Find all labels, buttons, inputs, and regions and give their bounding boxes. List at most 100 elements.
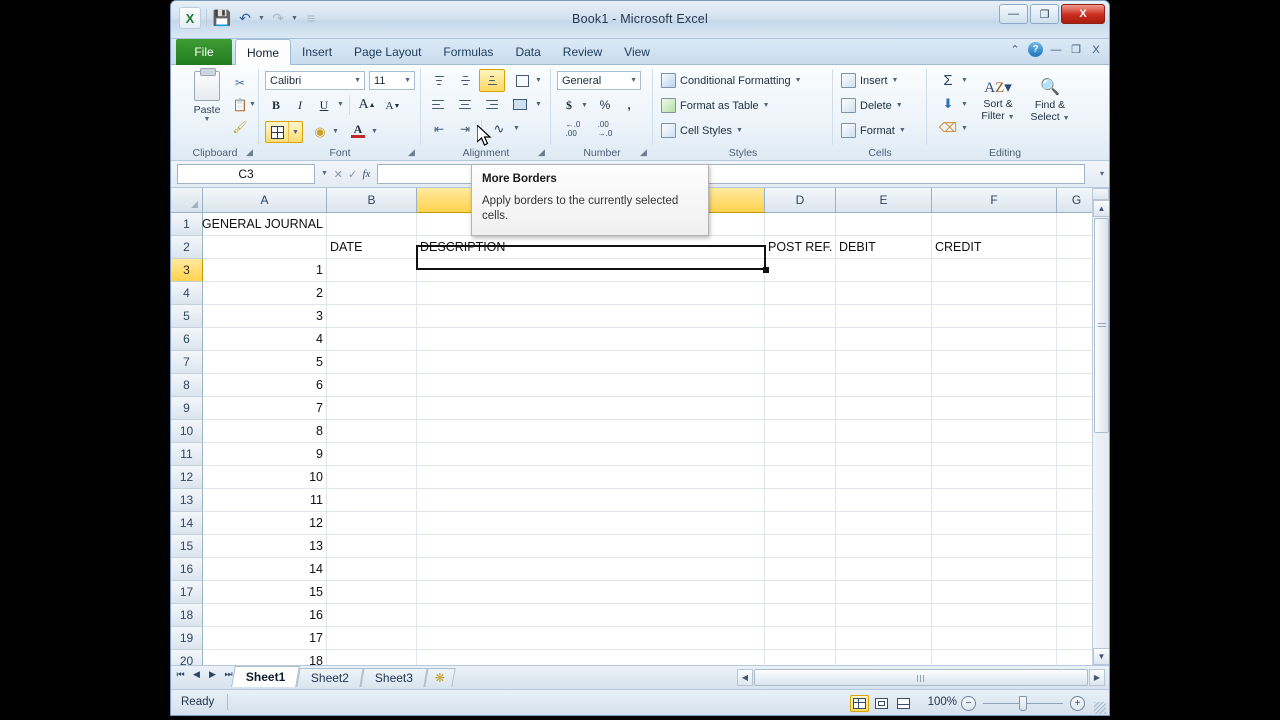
insert-cells-button[interactable]: Insert ▼	[841, 73, 898, 88]
underline-button[interactable]: U	[313, 95, 335, 115]
cell-G20[interactable]	[1057, 650, 1097, 665]
close-button[interactable]: X	[1061, 4, 1105, 24]
cell-F1[interactable]	[932, 213, 1057, 236]
currency-format-button[interactable]: $	[559, 95, 579, 115]
cell-G6[interactable]	[1057, 328, 1097, 351]
cell-G9[interactable]	[1057, 397, 1097, 420]
cell-B2[interactable]: DATE	[327, 236, 417, 259]
cell-E3[interactable]	[836, 259, 932, 282]
font-dialog-launcher[interactable]: ◢	[408, 147, 419, 158]
copy-icon[interactable]: 📋	[229, 95, 251, 114]
cell-D16[interactable]	[765, 558, 836, 581]
format-painter-icon[interactable]: 🖌	[229, 117, 251, 136]
chevron-down-icon[interactable]: ▼	[354, 77, 361, 84]
row-header-19[interactable]: 19	[171, 627, 203, 650]
name-box[interactable]: C3	[177, 164, 315, 184]
cell-B6[interactable]	[327, 328, 417, 351]
cell-D5[interactable]	[765, 305, 836, 328]
orientation-dropdown-icon[interactable]: ▼	[535, 77, 542, 84]
cell-A13[interactable]: 11	[203, 489, 327, 512]
sort-and-filter-button[interactable]: AZ▾ Sort & Filter ▼	[975, 69, 1021, 135]
row-header-4[interactable]: 4	[171, 282, 203, 305]
cell-G5[interactable]	[1057, 305, 1097, 328]
cell-F3[interactable]	[932, 259, 1057, 282]
cell-A11[interactable]: 9	[203, 443, 327, 466]
font-color-button[interactable]: A	[347, 118, 369, 142]
cell-D3[interactable]	[765, 259, 836, 282]
cell-C10[interactable]	[417, 420, 765, 443]
row-header-14[interactable]: 14	[171, 512, 203, 535]
column-header-a[interactable]: A	[203, 188, 327, 213]
clear-icon[interactable]: ⌫	[937, 118, 959, 138]
cell-B15[interactable]	[327, 535, 417, 558]
row-header-10[interactable]: 10	[171, 420, 203, 443]
alignment-dialog-launcher[interactable]: ◢	[538, 147, 549, 158]
first-sheet-button[interactable]: ⏮	[174, 669, 187, 680]
cell-C15[interactable]	[417, 535, 765, 558]
vertical-scrollbar[interactable]: ▲ ▼	[1092, 188, 1109, 665]
cell-D17[interactable]	[765, 581, 836, 604]
cell-B7[interactable]	[327, 351, 417, 374]
cell-C12[interactable]	[417, 466, 765, 489]
minimize-ribbon-icon[interactable]: ⌃	[1008, 43, 1022, 56]
align-center-button[interactable]	[453, 94, 477, 115]
cell-B18[interactable]	[327, 604, 417, 627]
orientation-button[interactable]	[509, 70, 535, 91]
font-color-dropdown-icon[interactable]: ▼	[371, 128, 378, 135]
sheet-tab-sheet1[interactable]: Sheet1	[231, 666, 301, 687]
column-header-e[interactable]: E	[836, 188, 932, 213]
cell-C17[interactable]	[417, 581, 765, 604]
resize-grip[interactable]	[1094, 702, 1106, 714]
tab-file[interactable]: File	[176, 39, 232, 65]
cell-F6[interactable]	[932, 328, 1057, 351]
scroll-up-button[interactable]: ▲	[1093, 200, 1109, 217]
scroll-right-button[interactable]: ▶	[1089, 669, 1105, 686]
fill-color-dropdown-icon[interactable]: ▼	[332, 128, 339, 135]
zoom-slider[interactable]: − +	[961, 694, 1085, 712]
cancel-formula-icon[interactable]: ✕	[334, 168, 343, 181]
cell-F15[interactable]	[932, 535, 1057, 558]
cell-F18[interactable]	[932, 604, 1057, 627]
cell-G7[interactable]	[1057, 351, 1097, 374]
cell-G8[interactable]	[1057, 374, 1097, 397]
decrease-decimal-button[interactable]: .00 →.0	[591, 119, 619, 139]
cut-icon[interactable]: ✂	[229, 73, 251, 92]
cell-B8[interactable]	[327, 374, 417, 397]
cell-A18[interactable]: 16	[203, 604, 327, 627]
cell-G19[interactable]	[1057, 627, 1097, 650]
cell-F11[interactable]	[932, 443, 1057, 466]
insert-function-icon[interactable]: fx	[362, 168, 370, 180]
cell-G4[interactable]	[1057, 282, 1097, 305]
row-header-5[interactable]: 5	[171, 305, 203, 328]
merge-and-center-button[interactable]	[507, 94, 533, 115]
currency-dropdown-icon[interactable]: ▼	[581, 102, 588, 109]
cell-C9[interactable]	[417, 397, 765, 420]
fill-handle[interactable]	[763, 267, 769, 273]
zoom-in-button[interactable]: +	[1070, 695, 1085, 711]
cell-D10[interactable]	[765, 420, 836, 443]
row-header-15[interactable]: 15	[171, 535, 203, 558]
clear-dropdown-icon[interactable]: ▼	[961, 125, 968, 132]
cell-E18[interactable]	[836, 604, 932, 627]
cell-G17[interactable]	[1057, 581, 1097, 604]
cell-G18[interactable]	[1057, 604, 1097, 627]
cell-B10[interactable]	[327, 420, 417, 443]
cell-F12[interactable]	[932, 466, 1057, 489]
cell-B14[interactable]	[327, 512, 417, 535]
cell-C14[interactable]	[417, 512, 765, 535]
cell-C4[interactable]	[417, 282, 765, 305]
chevron-down-icon[interactable]: ▼	[630, 77, 637, 84]
cell-A4[interactable]: 2	[203, 282, 327, 305]
cell-styles-button[interactable]: Cell Styles ▼	[661, 123, 743, 138]
cell-B11[interactable]	[327, 443, 417, 466]
cell-A14[interactable]: 12	[203, 512, 327, 535]
sheet-tab-sheet2[interactable]: Sheet2	[296, 668, 365, 687]
row-header-11[interactable]: 11	[171, 443, 203, 466]
cell-B20[interactable]	[327, 650, 417, 665]
bold-button[interactable]: B	[265, 95, 287, 115]
delete-cells-button[interactable]: Delete ▼	[841, 98, 903, 113]
fill-color-button[interactable]: ◉	[309, 121, 331, 143]
cell-A1[interactable]: GENERAL JOURNAL	[202, 213, 327, 236]
paste-dropdown-icon[interactable]: ▼	[204, 116, 211, 123]
align-top-button[interactable]	[427, 70, 451, 91]
